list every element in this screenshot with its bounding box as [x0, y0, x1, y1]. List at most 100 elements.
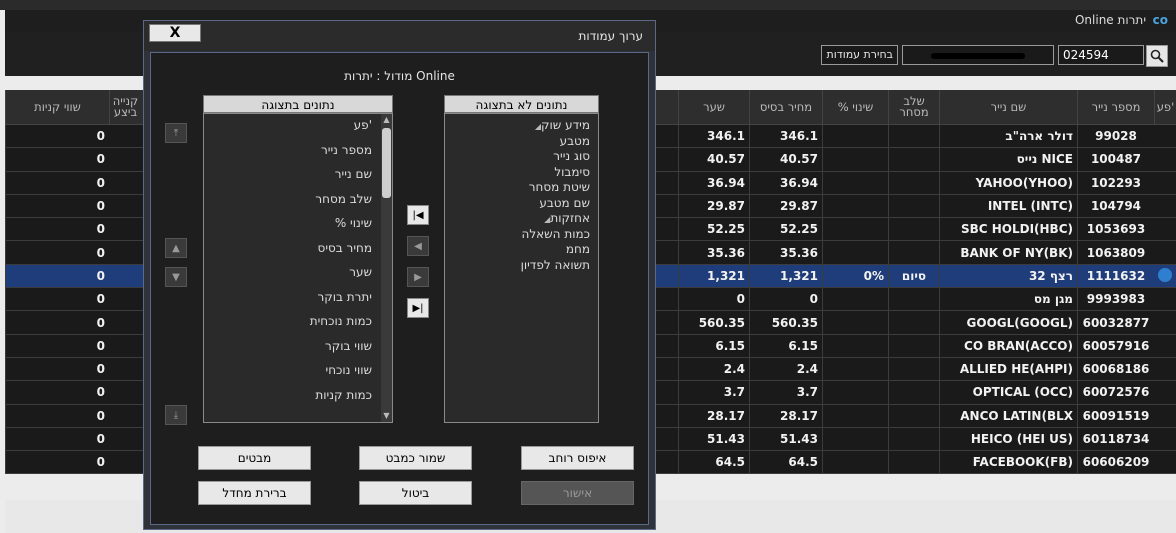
group-item[interactable]: מידע שוק [529, 118, 590, 132]
cell-base: 0 [749, 288, 822, 311]
default-button[interactable]: ברירת מחדל [198, 481, 311, 505]
cancel-button[interactable]: ביטול [359, 481, 472, 505]
search-button[interactable] [1146, 45, 1168, 67]
list-item[interactable]: מספר נייר [321, 143, 372, 157]
list-item[interactable]: שלב מסחר [315, 192, 372, 206]
cell-change [822, 125, 888, 148]
column-header[interactable]: מחיר בסיס [749, 90, 822, 124]
cell-rate: 52.25 [678, 218, 749, 241]
scrollbar[interactable]: ▲ ▼ [381, 114, 392, 422]
cell-stage [888, 427, 939, 451]
list-item[interactable]: שער [349, 265, 372, 279]
cell-buy: 0 [5, 288, 109, 311]
scroll-down-icon[interactable]: ▼ [381, 410, 392, 422]
list-item[interactable]: שיטת מסחר [529, 180, 590, 194]
cell-id: 1063809 [1077, 241, 1154, 264]
cell-base: 29.87 [749, 194, 822, 218]
cell-base: 35.36 [749, 241, 822, 264]
list-item[interactable]: סוג נייר [553, 149, 590, 163]
cell-id: 1053693 [1077, 218, 1154, 241]
cell-rate: 29.87 [678, 194, 749, 218]
list-item[interactable]: פע' [354, 118, 372, 132]
cell-stage [888, 311, 939, 334]
hidden-columns-list[interactable]: מידע שוק מטבעסוג נייר סימבולשיטת מסחר שם מט… [444, 113, 599, 423]
cell-buy: 0 [5, 264, 109, 288]
list-item[interactable]: כמות נוכחית [310, 314, 372, 328]
list-item[interactable]: שווי נוכחי [326, 363, 372, 377]
close-button[interactable]: X [149, 24, 201, 42]
module-label: מודול : יתרות Online [344, 69, 455, 83]
list-item[interactable]: כמות קניות [315, 388, 372, 402]
cell-id: 60606209 [1077, 451, 1154, 474]
column-header[interactable]: שם נייר [939, 90, 1077, 124]
move-left-icon[interactable]: ◀ [407, 236, 429, 256]
move-top-icon[interactable]: ⤒ [165, 123, 187, 143]
cell-id: 1111632 [1077, 264, 1154, 288]
cell-rate: 51.43 [678, 427, 749, 451]
column-header[interactable]: שער [678, 90, 749, 124]
cell-buy: 0 [5, 451, 109, 474]
link-icon: co [1152, 13, 1168, 27]
move-up-icon[interactable]: ▲ [165, 238, 187, 258]
security-number-input[interactable]: 024594 [1058, 45, 1144, 65]
reset-width-button[interactable]: איפוס רוחב [521, 446, 634, 470]
cell-buy: 0 [5, 171, 109, 194]
column-header[interactable]: מספר נייר [1077, 90, 1154, 124]
cell-name: מגן מס [939, 288, 1077, 311]
cell-base: 1,321 [749, 264, 822, 288]
list-item[interactable]: מטבע [560, 134, 590, 148]
cell-id: 60091519 [1077, 404, 1154, 427]
move-all-left-icon[interactable]: |◀ [407, 205, 429, 225]
cell-rate: 1,321 [678, 264, 749, 288]
gear-icon[interactable] [1158, 267, 1172, 282]
list-item[interactable]: מחמ [566, 242, 590, 256]
security-name-input[interactable] [902, 45, 1054, 65]
cell-base: 346.1 [749, 125, 822, 148]
cell-change [822, 148, 888, 171]
move-down-icon[interactable]: ▼ [165, 267, 187, 287]
cell-change [822, 194, 888, 218]
scroll-up-icon[interactable]: ▲ [381, 114, 392, 126]
cell-id: 60072576 [1077, 381, 1154, 404]
cell-rate: 346.1 [678, 125, 749, 148]
save-template-button[interactable]: שמור כמבט [359, 446, 472, 470]
cell-change [822, 404, 888, 427]
column-header[interactable]: שלב מסחר [888, 90, 939, 124]
app-window: Online יתרות co 024594 בחירת עמודות פע' מ… [0, 0, 1176, 533]
column-header[interactable]: פע' [1154, 90, 1176, 124]
templates-button[interactable]: מבטים [198, 446, 311, 470]
cell-name: GOOGL(GOOGL) [939, 311, 1077, 334]
list-item[interactable]: תשואה לפדיון [521, 258, 590, 272]
cell-rate: 36.94 [678, 171, 749, 194]
cell-buy: 0 [5, 148, 109, 171]
cell-change [822, 427, 888, 451]
list-item[interactable]: כמות השאלה [522, 227, 591, 241]
cell-rate: 3.7 [678, 381, 749, 404]
cell-stage [888, 171, 939, 194]
dialog-title-bar: ערוך עמודות X [144, 21, 655, 51]
scroll-thumb[interactable] [382, 128, 391, 198]
list-item[interactable]: שווי בוקר [325, 339, 372, 353]
column-header[interactable]: % שינוי [822, 90, 888, 124]
list-item[interactable]: % שינוי [335, 216, 372, 230]
column-header[interactable]: קנייה ביצע [109, 90, 141, 124]
shown-columns-list[interactable]: ▲ ▼ פע' מספר נייר שם נייר שלב מסחר % שינוי מח… [203, 113, 393, 423]
choose-columns-button[interactable]: בחירת עמודות [821, 45, 898, 65]
move-all-right-icon[interactable]: ▶| [407, 298, 429, 318]
column-header[interactable]: שווי קניות [5, 90, 109, 124]
list-item[interactable]: יתרת בוקר [317, 290, 372, 304]
ok-button[interactable]: אישור [521, 481, 634, 505]
list-item[interactable]: סימבול [554, 165, 590, 179]
group-item[interactable]: אחזקות [538, 211, 590, 225]
cell-change: 0% [822, 264, 888, 288]
cell-id: 102293 [1077, 171, 1154, 194]
move-bottom-icon[interactable]: ⤓ [165, 405, 187, 425]
cell-buy: 0 [5, 357, 109, 381]
cell-base: 36.94 [749, 171, 822, 194]
move-right-icon[interactable]: ▶ [407, 267, 429, 287]
cell-id: 9993983 [1077, 288, 1154, 311]
list-item[interactable]: שם מטבע [539, 196, 590, 210]
list-item[interactable]: שם נייר [335, 167, 372, 181]
list-item[interactable]: מחיר בסיס [318, 241, 372, 255]
cell-rate: 64.5 [678, 451, 749, 474]
